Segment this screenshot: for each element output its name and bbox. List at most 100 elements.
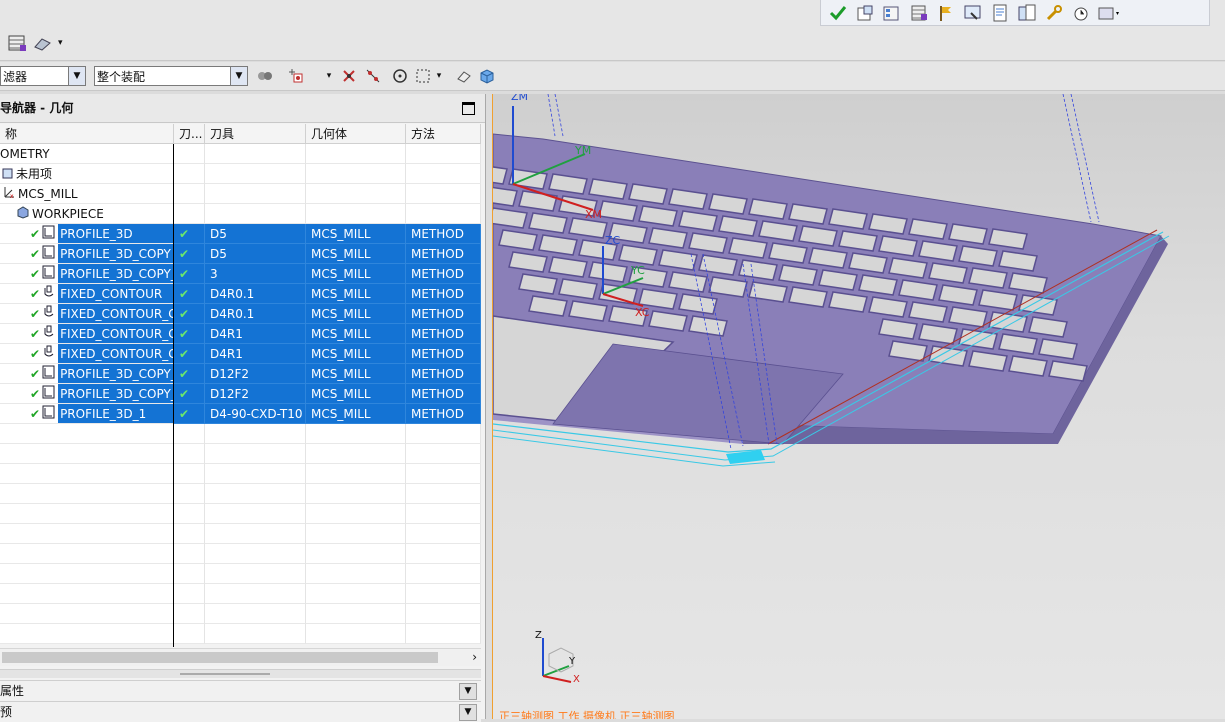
path-status-cell[interactable]: ✔ [174,364,205,384]
method-cell[interactable]: METHOD [406,264,481,284]
column-header[interactable]: 刀具 [205,124,306,144]
box-select-icon[interactable] [414,67,432,85]
shop-doc-icon[interactable] [1016,3,1038,23]
method-cell[interactable]: METHOD [406,384,481,404]
table-row[interactable]: 未用项 [0,164,481,184]
operation-name-cell[interactable]: ✔ FIXED_CONTOUR_C... [0,344,174,364]
tool-cell[interactable] [205,164,306,184]
method-cell[interactable]: METHOD [406,364,481,384]
geometry-cell[interactable]: MCS_MILL [306,364,406,384]
path-status-cell[interactable]: ✔ [174,304,205,324]
table-row[interactable]: ✔ FIXED_CONTOUR ✔ D4R0.1 MCS_MILL METHOD [0,284,481,304]
tool-cell[interactable] [205,144,306,164]
operation-name-cell[interactable]: OMETRY [0,144,174,164]
geometry-cell[interactable] [306,184,406,204]
table-row[interactable]: ✔FIXED_CONTOUR_C...✔D4R1MCS_MILLMETHOD [0,344,481,364]
column-header[interactable]: 方法 [406,124,481,144]
document-icon[interactable] [989,3,1011,23]
chevron-down-icon[interactable]: ▾ [58,38,63,48]
geometry-cell[interactable]: MCS_MILL [306,384,406,404]
chevron-down-icon[interactable]: ▼ [68,67,85,85]
part-model[interactable] [493,94,1225,719]
graphics-viewport[interactable]: ZM YM XM ZC YC XC Z Y X 正三轴测图 工作 摄像机 正三轴… [492,94,1225,719]
column-header[interactable]: 称 [0,124,174,144]
generate-toolpath-icon[interactable] [854,3,876,23]
path-status-cell[interactable]: ✔ [174,384,205,404]
operation-name-cell[interactable]: ✔ PROFILE_3D_COPY_... [0,364,174,384]
filter-settings-icon[interactable] [256,67,274,85]
table-row[interactable]: ✔ PROFILE_3D_COPY ✔ D5 MCS_MILL METHOD [0,244,481,264]
operation-name-cell[interactable]: ✔ FIXED_CONTOUR_C... [0,304,174,324]
path-status-cell[interactable]: ✔ [174,264,205,284]
circle-select-icon[interactable] [391,67,409,85]
assembly-scope-select[interactable]: 整个装配 ▼ [94,66,248,86]
tool-cell[interactable]: D12F2 [205,384,306,404]
tool-cell[interactable]: D4R1 [205,344,306,364]
table-row[interactable]: ✔ PROFILE_3D_1 ✔ D4-90-CXD-T10 MCS_MILL METHO… [0,404,481,424]
properties-panel-header[interactable]: 属性 ▼ [0,680,481,701]
operation-name-cell[interactable]: ✔ FIXED_CONTOUR [0,284,174,304]
path-status-cell[interactable]: ✔ [174,344,205,364]
table-icon[interactable] [6,33,28,53]
column-header[interactable]: 刀... [174,124,205,144]
method-cell[interactable] [406,184,481,204]
method-cell[interactable]: METHOD [406,304,481,324]
tool-cell[interactable]: D5 [205,224,306,244]
cube-icon[interactable] [478,67,496,85]
geometry-cell[interactable] [306,164,406,184]
operation-name-cell[interactable]: WORKPIECE [0,204,174,224]
path-status-cell[interactable] [174,144,205,164]
method-cell[interactable]: METHOD [406,244,481,264]
operation-name-cell[interactable]: ✔ PROFILE_3D_1 [0,404,174,424]
horizontal-scrollbar[interactable]: › [0,648,481,666]
table-row[interactable]: x MCS_MILL [0,184,481,204]
path-status-cell[interactable]: ✔ [174,404,205,424]
table-row[interactable]: WORKPIECE [0,204,481,224]
path-status-cell[interactable]: ✔ [174,324,205,344]
geometry-cell[interactable]: MCS_MILL [306,264,406,284]
path-status-cell[interactable]: ✔ [174,244,205,264]
chevron-right-icon[interactable]: › [472,649,477,666]
operation-name-cell[interactable]: ✔ PROFILE_3D_COPY_... [0,384,174,404]
path-status-cell[interactable] [174,184,205,204]
table-row[interactable]: OMETRY [0,144,481,164]
path-status-cell[interactable] [174,164,205,184]
table-row[interactable]: ✔ PROFILE_3D_COPY_1 ✔ 3 MCS_MILL METHOD [0,264,481,284]
chevron-down-icon[interactable]: ▼ [459,704,477,721]
table-row[interactable]: ✔PROFILE_3D_COPY_...✔D12F2MCS_MILLMETHOD [0,384,481,404]
table-row[interactable]: ✔FIXED_CONTOUR_C...✔D4R0.1MCS_MILLMETHOD [0,304,481,324]
table-row[interactable]: ✔PROFILE_3D_COPY_...✔D12F2MCS_MILLMETHOD [0,364,481,384]
method-cell[interactable]: METHOD [406,324,481,344]
geometry-cell[interactable] [306,204,406,224]
path-status-cell[interactable]: ✔ [174,224,205,244]
chevron-down-icon[interactable]: ▾ [434,67,444,85]
operation-name-cell[interactable]: ✔ PROFILE_3D_COPY_1 [0,264,174,284]
path-status-cell[interactable]: ✔ [174,284,205,304]
geometry-cell[interactable]: MCS_MILL [306,324,406,344]
tool-cell[interactable]: D4R1 [205,324,306,344]
table-row[interactable]: ✔FIXED_CONTOUR_C...✔D4R1MCS_MILLMETHOD [0,324,481,344]
geometry-cell[interactable]: MCS_MILL [306,344,406,364]
method-cell[interactable] [406,144,481,164]
method-cell[interactable] [406,204,481,224]
method-cell[interactable]: METHOD [406,344,481,364]
tool-cell[interactable]: D4-90-CXD-T10 [205,404,306,424]
point-select-icon[interactable] [340,67,358,85]
method-cell[interactable] [406,164,481,184]
operation-name-cell[interactable]: x MCS_MILL [0,184,174,204]
tool-cell[interactable]: D4R0.1 [205,304,306,324]
geometry-cell[interactable]: MCS_MILL [306,244,406,264]
table-row[interactable]: ✔ PROFILE_3D ✔ D5 MCS_MILL METHOD [0,224,481,244]
clock-icon[interactable] [1070,3,1092,23]
maximize-icon[interactable] [462,102,475,115]
operation-name-cell[interactable]: ✔ FIXED_CONTOUR_C... [0,324,174,344]
chevron-down-icon[interactable]: ▼ [459,683,477,700]
tool-cell[interactable]: 3 [205,264,306,284]
geometry-cell[interactable]: MCS_MILL [306,304,406,324]
scrollbar-thumb[interactable] [2,652,438,663]
tool-cell[interactable]: D5 [205,244,306,264]
operation-name-cell[interactable]: ✔ PROFILE_3D_COPY [0,244,174,264]
tool-cell[interactable] [205,184,306,204]
operation-name-cell[interactable]: ✔ PROFILE_3D [0,224,174,244]
method-cell[interactable]: METHOD [406,284,481,304]
